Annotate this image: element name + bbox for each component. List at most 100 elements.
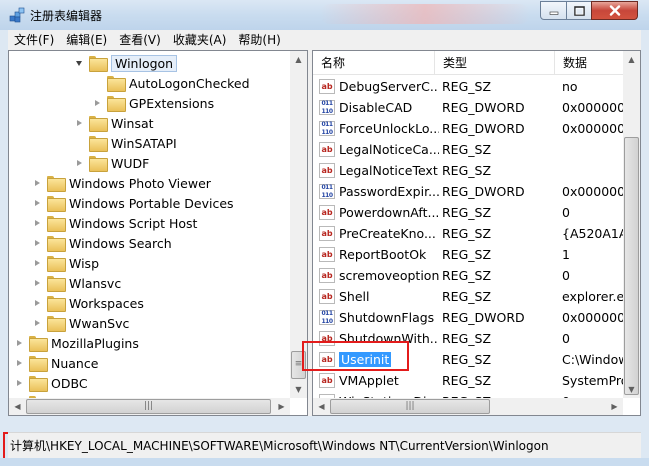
menu-help[interactable]: 帮助(H) — [232, 30, 286, 50]
expand-arrow-icon[interactable] — [15, 379, 24, 388]
value-name: scremoveoption — [339, 268, 439, 283]
expand-arrow-icon[interactable] — [33, 279, 42, 288]
maximize-button[interactable] — [566, 1, 592, 20]
value-row[interactable]: 011 110 ShutdownFlags REG_DWORD 0x0000002 — [313, 307, 627, 328]
menu-file[interactable]: 文件(F) — [8, 30, 60, 50]
tree-node[interactable]: Nuance — [15, 353, 98, 373]
tree-node-label: WinSATAPI — [111, 135, 177, 151]
value-row[interactable]: 011 110 ForceUnlockLo... REG_DWORD 0x0000000 — [313, 118, 627, 139]
value-data: {A520A1A4 — [562, 226, 627, 241]
expand-arrow-icon[interactable] — [33, 199, 42, 208]
value-row[interactable]: ab PowerdownAft... REG_SZ 0 — [313, 202, 625, 223]
column-type[interactable]: 类型 — [435, 51, 555, 75]
value-row[interactable]: ab PreCreateKno... REG_SZ {A520A1A4 — [313, 223, 627, 244]
tree-hscroll-thumb[interactable]: ||| — [26, 399, 271, 414]
folder-icon — [29, 336, 48, 352]
value-row[interactable]: ab ReportBootOk REG_SZ 1 — [313, 244, 625, 265]
tree-node[interactable]: Windows Search — [33, 233, 172, 253]
value-data: no — [562, 79, 578, 94]
scroll-right-icon[interactable]: ▶ — [273, 398, 290, 415]
expand-arrow-icon[interactable] — [75, 119, 84, 128]
values-horizontal-scrollbar[interactable]: ◀ ||| ▶ — [313, 398, 623, 415]
tree-node[interactable]: Windows Portable Devices — [33, 193, 234, 213]
values-vertical-scrollbar[interactable]: ▲ ▼ — [623, 51, 640, 398]
tree-node-label: WwanSvc — [69, 315, 130, 331]
folder-icon — [47, 256, 66, 272]
tree-node[interactable]: Winlogon — [75, 53, 178, 73]
value-name-cell: 011 110 DisableCAD — [319, 97, 439, 118]
value-name-cell: ab ReportBootOk — [319, 244, 439, 265]
close-button[interactable] — [591, 1, 638, 20]
tree-scroll-thumb[interactable]: ≡ — [291, 351, 306, 379]
tree-node[interactable]: Wisp — [33, 253, 99, 273]
value-row[interactable]: ab Shell REG_SZ explorer.ex — [313, 286, 627, 307]
value-row[interactable]: ab LegalNoticeCa... REG_SZ — [313, 139, 625, 160]
expand-arrow-icon[interactable] — [33, 239, 42, 248]
tree-node[interactable]: MozillaPlugins — [15, 333, 139, 353]
tree-node-label: Workspaces — [69, 295, 144, 311]
scroll-left-icon[interactable]: ◀ — [9, 398, 26, 415]
tree-node[interactable]: ODBC — [15, 373, 88, 393]
key-tree-pane[interactable]: Winlogon AutoLogonChecked GPExtensions Wins… — [8, 50, 308, 416]
column-name[interactable]: 名称 — [313, 51, 435, 75]
menu-edit[interactable]: 编辑(E) — [60, 30, 113, 50]
value-row[interactable]: ab VMApplet REG_SZ SystemPro — [313, 370, 627, 391]
value-row[interactable]: ab DebugServerC... REG_SZ no — [313, 76, 625, 97]
folder-icon — [47, 216, 66, 232]
tree-node[interactable]: GPExtensions — [93, 93, 214, 113]
value-row[interactable]: ab Userinit REG_SZ C:\Window — [313, 349, 627, 370]
scroll-left-icon[interactable]: ◀ — [313, 398, 330, 415]
menu-view[interactable]: 查看(V) — [113, 30, 167, 50]
value-row[interactable]: ab scremoveoption REG_SZ 0 — [313, 265, 625, 286]
values-scroll-thumb[interactable] — [624, 137, 639, 395]
title-bar[interactable]: 注册表编辑器 — [0, 0, 649, 30]
scroll-down-icon[interactable]: ▼ — [623, 381, 640, 398]
value-name-cell: ab DebugServerC... — [319, 76, 439, 97]
value-data: 0x0000000 — [562, 100, 627, 115]
value-type: REG_DWORD — [442, 310, 525, 325]
tree-node[interactable]: Windows Photo Viewer — [33, 173, 211, 193]
tree-node[interactable]: WUDF — [75, 153, 149, 173]
tree-node[interactable]: AutoLogonChecked — [93, 73, 250, 93]
values-pane[interactable]: 名称 类型 数据 ab DebugServerC... REG_SZ no 011 110… — [312, 50, 641, 416]
expand-arrow-icon[interactable] — [33, 259, 42, 268]
tree-vertical-scrollbar[interactable]: ▲ ≡ ▼ — [290, 51, 307, 398]
value-row[interactable]: ab LegalNoticeText REG_SZ — [313, 160, 625, 181]
value-type: REG_SZ — [442, 352, 492, 367]
value-name: PowerdownAft... — [339, 205, 439, 220]
minimize-button[interactable] — [540, 1, 567, 20]
tree-node[interactable]: Wlansvc — [33, 273, 121, 293]
expand-arrow-icon[interactable] — [15, 359, 24, 368]
expand-arrow-icon[interactable] — [75, 159, 84, 168]
values-hscroll-thumb[interactable]: ||| — [330, 399, 490, 414]
scroll-up-icon[interactable]: ▲ — [623, 51, 640, 68]
expand-arrow-icon[interactable] — [33, 219, 42, 228]
expand-arrow-icon[interactable] — [33, 179, 42, 188]
expand-arrow-icon[interactable] — [93, 99, 102, 108]
expanded-arrow-icon[interactable] — [75, 59, 84, 68]
expand-arrow-icon[interactable] — [15, 339, 24, 348]
tree-node[interactable]: Winsat — [75, 113, 154, 133]
grip-icon: ||| — [405, 401, 415, 411]
scroll-up-icon[interactable]: ▲ — [290, 51, 307, 68]
value-name-cell: ab ShutdownWith... — [319, 328, 439, 349]
menu-favorites[interactable]: 收藏夹(A) — [167, 30, 233, 50]
folder-icon — [29, 356, 48, 372]
tree-horizontal-scrollbar[interactable]: ◀ ||| ▶ — [9, 398, 290, 415]
tree-node-label: Windows Photo Viewer — [69, 175, 211, 191]
tree-node[interactable]: Windows Script Host — [33, 213, 197, 233]
string-value-icon: ab — [319, 289, 335, 304]
tree-node[interactable]: WwanSvc — [33, 313, 129, 333]
folder-icon — [47, 316, 66, 332]
tree-node[interactable]: Workspaces — [33, 293, 144, 313]
string-value-icon: ab — [319, 163, 335, 178]
value-row[interactable]: 011 110 DisableCAD REG_DWORD 0x0000000 — [313, 97, 627, 118]
value-row[interactable]: ab ShutdownWith... REG_SZ 0 — [313, 328, 625, 349]
scroll-down-icon[interactable]: ▼ — [290, 381, 307, 398]
expand-arrow-icon[interactable] — [33, 299, 42, 308]
tree-node[interactable]: WinSATAPI — [75, 133, 177, 153]
expand-arrow-icon[interactable] — [33, 319, 42, 328]
value-name-cell: 011 110 ForceUnlockLo... — [319, 118, 439, 139]
scroll-right-icon[interactable]: ▶ — [606, 398, 623, 415]
value-row[interactable]: 011 110 PasswordExpir... REG_DWORD 0x0000000 — [313, 181, 627, 202]
